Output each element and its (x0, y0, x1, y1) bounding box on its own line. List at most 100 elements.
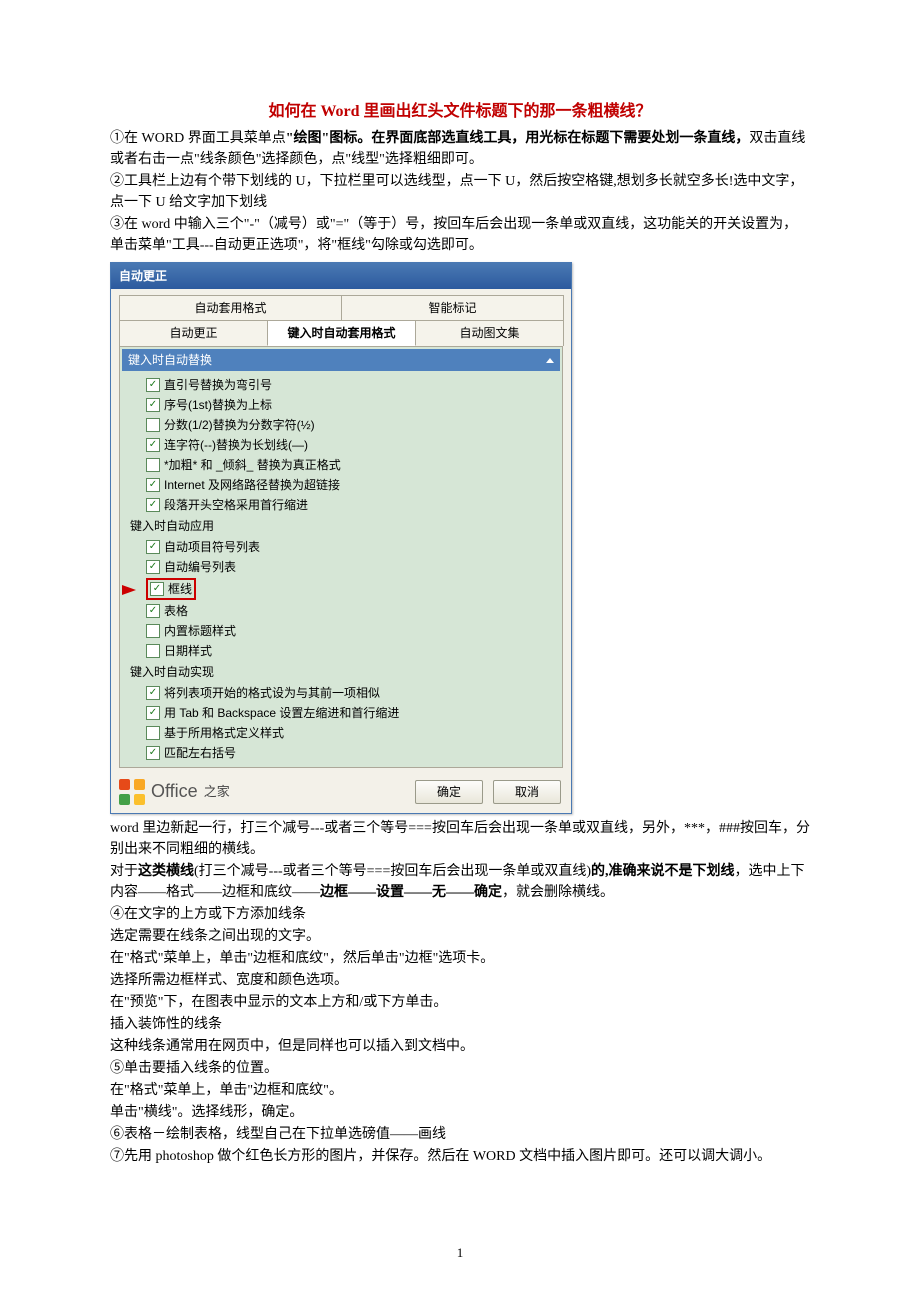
tab-row-bottom: 自动更正 键入时自动套用格式 自动图文集 (111, 320, 571, 346)
option-label: 将列表项开始的格式设为与其前一项相似 (164, 684, 380, 702)
tab-autoformat-typing[interactable]: 键入时自动套用格式 (267, 320, 416, 346)
post2a: 对于 (110, 864, 138, 879)
g1-option[interactable]: ✓ 序号(1st)替换为上标 (120, 395, 562, 415)
post14: ⑦先用 photoshop 做个红色长方形的图片，并保存。然后在 WORD 文档… (110, 1146, 810, 1167)
post2f: 边框——设置——无——确定 (320, 885, 502, 900)
option-label: *加粗* 和 _倾斜_ 替换为真正格式 (164, 456, 341, 474)
panel-header-label: 键入时自动替换 (128, 351, 212, 369)
post12: 单击"横线"。选择线形，确定。 (110, 1102, 810, 1123)
option-label: 匹配左右括号 (164, 744, 236, 762)
office-logo: Office 之家 (119, 778, 230, 805)
post4: 选定需要在线条之间出现的文字。 (110, 926, 810, 947)
option-label: 直引号替换为弯引号 (164, 376, 272, 394)
checkbox-icon[interactable]: ✓ (146, 686, 160, 700)
g1-option[interactable]: ✓ 直引号替换为弯引号 (120, 375, 562, 395)
checkbox-icon[interactable]: ✓ (146, 398, 160, 412)
checkbox-icon[interactable]: ✓ (146, 438, 160, 452)
g3-option[interactable]: ✓ 将列表项开始的格式设为与其前一项相似 (120, 683, 562, 703)
dialog-title-bar: 自动更正 (111, 263, 571, 289)
p1a: ①在 WORD 界面工具菜单点 (110, 131, 286, 146)
checkbox-icon[interactable] (146, 624, 160, 638)
checkbox-icon[interactable]: ✓ (146, 706, 160, 720)
option-label: 内置标题样式 (164, 622, 236, 640)
option-label: 日期样式 (164, 642, 212, 660)
g2-option[interactable]: ✓ 框线 (120, 577, 562, 601)
option-label: 序号(1st)替换为上标 (164, 396, 272, 414)
option-label: 分数(1/2)替换为分数字符(½) (164, 416, 315, 434)
checkbox-icon[interactable]: ✓ (150, 582, 164, 596)
p2: ②工具栏上边有个带下划线的 U，下拉栏里可以选线型，点一下 U，然后按空格键,想… (110, 171, 810, 213)
post5: 在"格式"菜单上，单击"边框和底纹"，然后单击"边框"选项卡。 (110, 948, 810, 969)
tab-autotext[interactable]: 自动图文集 (415, 320, 564, 346)
checkbox-icon[interactable] (146, 458, 160, 472)
tab-smarttags[interactable]: 智能标记 (341, 295, 564, 320)
g1-option[interactable]: *加粗* 和 _倾斜_ 替换为真正格式 (120, 455, 562, 475)
dialog-footer: Office 之家 确定 取消 (111, 774, 571, 813)
g1-option[interactable]: ✓ Internet 及网络路径替换为超链接 (120, 475, 562, 495)
option-label: 框线 (168, 580, 192, 598)
g2-option[interactable]: 内置标题样式 (120, 621, 562, 641)
g3-option[interactable]: 基于所用格式定义样式 (120, 723, 562, 743)
article-title: 如何在 Word 里画出红头文件标题下的那一条粗横线？ (110, 100, 810, 124)
option-label: 段落开头空格采用首行缩进 (164, 496, 308, 514)
p1b: "绘图"图标。在界面底部选直线工具，用光标在标题下需要处划一条直线， (286, 131, 750, 146)
office-logo-icon (119, 779, 145, 805)
post13: ⑥表格－绘制表格，线型自己在下拉单选磅值——画线 (110, 1124, 810, 1145)
checkbox-icon[interactable] (146, 418, 160, 432)
g1-option[interactable]: ✓ 段落开头空格采用首行缩进 (120, 495, 562, 515)
option-label: Internet 及网络路径替换为超链接 (164, 476, 340, 494)
post2g: ，就会删除横线。 (502, 885, 614, 900)
option-label: 自动编号列表 (164, 558, 236, 576)
group2-label: 键入时自动应用 (120, 515, 562, 537)
cancel-button[interactable]: 取消 (493, 780, 561, 804)
panel-header: 键入时自动替换 (122, 349, 560, 371)
post-paragraphs: word 里边新起一行，打三个减号---或者三个等号===按回车后会出现一条单或… (110, 818, 810, 1167)
checkbox-icon[interactable] (146, 726, 160, 740)
g3-option[interactable]: ✓ 匹配左右括号 (120, 743, 562, 763)
option-label: 连字符(--)替换为长划线(—) (164, 436, 308, 454)
intro-paragraphs: ①在 WORD 界面工具菜单点"绘图"图标。在界面底部选直线工具，用光标在标题下… (110, 128, 810, 256)
post2c: (打三个减号---或者三个等号===按回车后会出现一条单或双直线) (194, 864, 591, 879)
office-logo-suffix: 之家 (204, 782, 230, 802)
g1-option[interactable]: ✓ 连字符(--)替换为长划线(—) (120, 435, 562, 455)
options-panel: 键入时自动替换 ✓ 直引号替换为弯引号 ✓ 序号(1st)替换为上标分数(1/2)替换… (119, 346, 563, 768)
office-logo-text: Office (151, 778, 198, 805)
post11: 在"格式"菜单上，单击"边框和底纹"。 (110, 1080, 810, 1101)
g2-option[interactable]: ✓ 自动编号列表 (120, 557, 562, 577)
ok-button[interactable]: 确定 (415, 780, 483, 804)
red-arrow-icon (122, 585, 136, 595)
post9: 这种线条通常用在网页中，但是同样也可以插入到文档中。 (110, 1036, 810, 1057)
checkbox-icon[interactable]: ✓ (146, 746, 160, 760)
checkbox-icon[interactable]: ✓ (146, 560, 160, 574)
post10: ⑤单击要插入线条的位置。 (110, 1058, 810, 1079)
option-label: 用 Tab 和 Backspace 设置左缩进和首行缩进 (164, 704, 399, 722)
chevron-up-icon (546, 358, 554, 363)
p3: ③在 word 中输入三个"-"（减号）或"="（等于）号，按回车后会出现一条单… (110, 214, 810, 256)
post7: 在"预览"下，在图表中显示的文本上方和/或下方单击。 (110, 992, 810, 1013)
autocorrect-dialog: 自动更正 自动套用格式 智能标记 自动更正 键入时自动套用格式 自动图文集 键入… (110, 262, 572, 814)
post2d: 的,准确来说不是下划线 (591, 864, 735, 879)
option-label: 表格 (164, 602, 188, 620)
tab-row-top: 自动套用格式 智能标记 (111, 289, 571, 320)
g2-option[interactable]: ✓ 表格 (120, 601, 562, 621)
checkbox-icon[interactable]: ✓ (146, 540, 160, 554)
tab-autoformat[interactable]: 自动套用格式 (119, 295, 342, 320)
tab-autocorrect[interactable]: 自动更正 (119, 320, 268, 346)
post1: word 里边新起一行，打三个减号---或者三个等号===按回车后会出现一条单或… (110, 818, 810, 860)
g2-option[interactable]: 日期样式 (120, 641, 562, 661)
option-label: 基于所用格式定义样式 (164, 724, 284, 742)
checkbox-icon[interactable]: ✓ (146, 498, 160, 512)
g1-option[interactable]: 分数(1/2)替换为分数字符(½) (120, 415, 562, 435)
post8: 插入装饰性的线条 (110, 1014, 810, 1035)
g3-option[interactable]: ✓ 用 Tab 和 Backspace 设置左缩进和首行缩进 (120, 703, 562, 723)
checkbox-icon[interactable]: ✓ (146, 478, 160, 492)
option-label: 自动项目符号列表 (164, 538, 260, 556)
highlight-box: ✓ 框线 (146, 578, 196, 600)
page-number: 1 (0, 1243, 920, 1263)
post6: 选择所需边框样式、宽度和颜色选项。 (110, 970, 810, 991)
checkbox-icon[interactable]: ✓ (146, 378, 160, 392)
post3: ④在文字的上方或下方添加线条 (110, 904, 810, 925)
checkbox-icon[interactable] (146, 644, 160, 658)
g2-option[interactable]: ✓ 自动项目符号列表 (120, 537, 562, 557)
checkbox-icon[interactable]: ✓ (146, 604, 160, 618)
